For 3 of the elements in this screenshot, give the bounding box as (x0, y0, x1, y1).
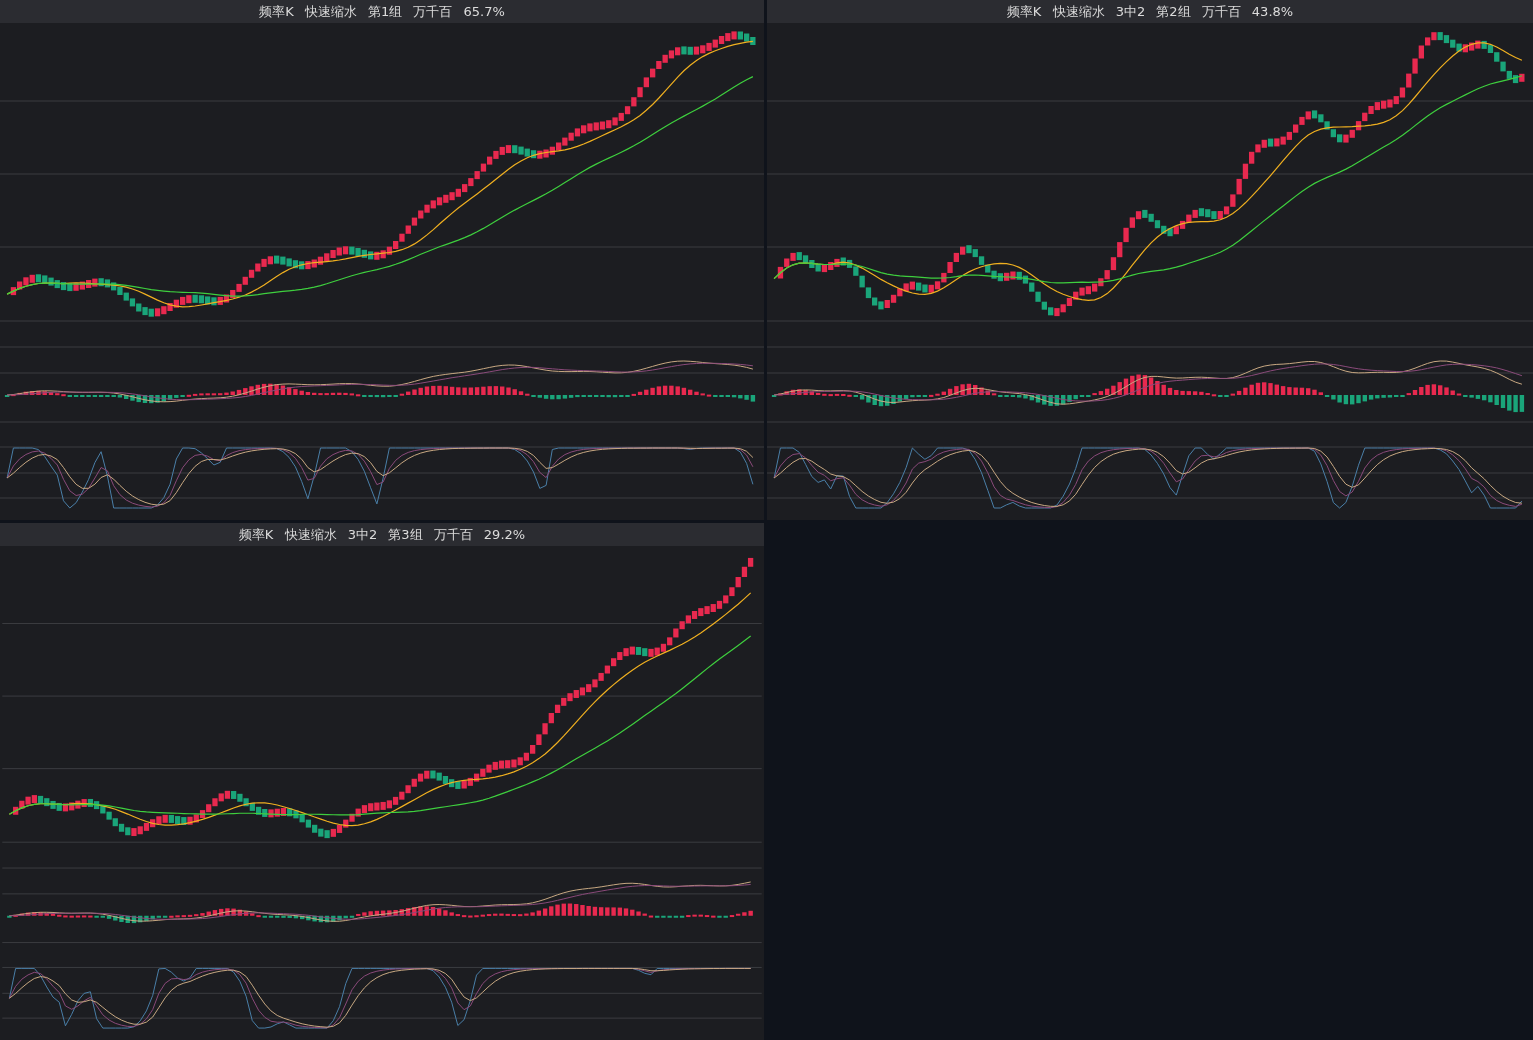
chart-title: 频率K 快速缩水 3中2 第2组 万千百 43.8% (767, 0, 1533, 23)
chart-title: 频率K 快速缩水 3中2 第3组 万千百 29.2% (0, 523, 764, 546)
chart-title: 频率K 快速缩水 第1组 万千百 65.7% (0, 0, 764, 23)
